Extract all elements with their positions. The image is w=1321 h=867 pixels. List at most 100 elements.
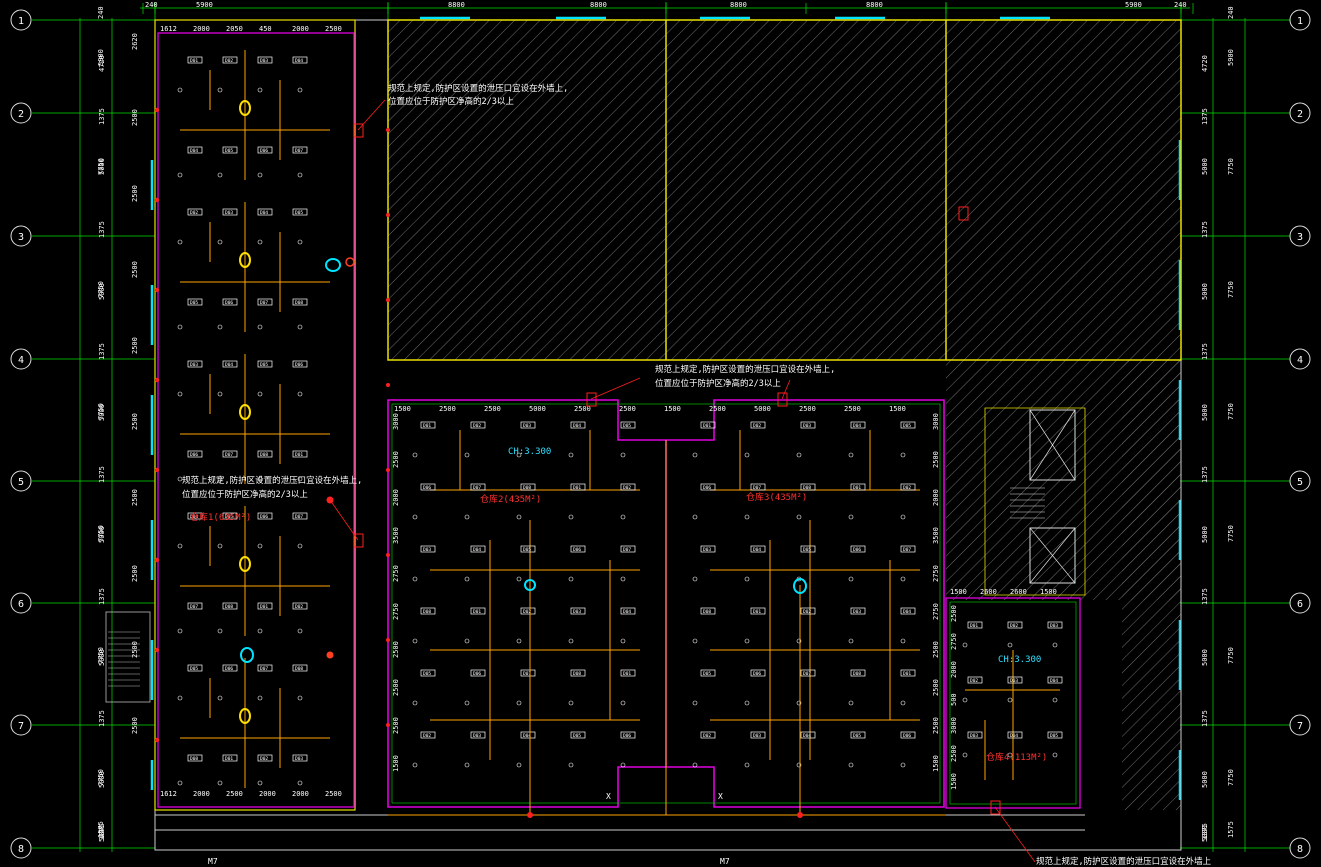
room2-3-left-dim: 2500 [392, 717, 400, 734]
detector-label: D05 [573, 733, 581, 739]
room2-3-left-dim: 2000 [392, 489, 400, 506]
room1-side-dim: 2500 [131, 413, 139, 430]
room2-3-right-dim: 2750 [932, 565, 940, 582]
room1-name: 仓库1(635M²) [190, 511, 251, 523]
detector-label: D07 [473, 485, 481, 491]
room2-3-right-dim: 2500 [932, 679, 940, 696]
detector-label: D01 [190, 58, 198, 64]
bottom-note: 规范上规定,防护区设置的泄压口宜设在外墙上 [1036, 856, 1212, 867]
left-inner-dim-label: 5000 [98, 404, 106, 421]
room2-3-right-dim: 2500 [932, 717, 940, 734]
left-inner-dim-label: 1375 [98, 710, 106, 727]
right-outer-dim-label: 7750 [1227, 158, 1235, 175]
hatched-area-right [1122, 360, 1181, 810]
axis-bubble-label-right: 6 [1297, 599, 1303, 610]
detector-label: D05 [903, 423, 911, 429]
right-inner-dim-label: 5000 [1201, 649, 1209, 666]
detector-label: D07 [260, 300, 268, 306]
room2-3-left-dim: 2750 [392, 603, 400, 620]
detector-label: D01 [970, 623, 978, 629]
detector-label: D08 [423, 609, 431, 615]
room2-3-left-dim: 2500 [392, 451, 400, 468]
detector-label: D02 [903, 485, 911, 491]
detector-label: D04 [753, 547, 761, 553]
detector-label: D03 [803, 423, 811, 429]
detector-label: D02 [473, 423, 481, 429]
room2-3-top-dim: 2500 [439, 405, 456, 413]
right-inner-dim-label: 5000 [1201, 283, 1209, 300]
room2-3-left-dim: 1500 [392, 755, 400, 772]
detector-label: D03 [473, 733, 481, 739]
detector-label: D01 [573, 485, 581, 491]
detector-label: D03 [260, 58, 268, 64]
detector-label: D03 [523, 423, 531, 429]
axis-bubble-label-right: 1 [1297, 16, 1303, 27]
detector-label: D05 [853, 733, 861, 739]
left-inner-dim-label: 5000 [98, 158, 106, 175]
valve-node [326, 496, 334, 504]
room4-side-dim: 500 [950, 693, 958, 706]
wall-nozzle [386, 213, 390, 217]
cad-drawing: 1 1 2 2 3 3 4 4 5 5 6 6 7 7 8 8 240 5900 8800 8800 8800 8800… [0, 0, 1321, 867]
axis-bubble-label-left: 8 [18, 844, 24, 855]
axis-bubble-label-right: 5 [1297, 477, 1303, 488]
wall-nozzle [386, 468, 390, 472]
mid-note-line1: 规范上规定,防护区设置的泄压口宜设在外墙上, [655, 364, 835, 375]
room2-3-left-dim: 3500 [392, 527, 400, 544]
room1-bottom-dim: 2000 [193, 790, 210, 798]
room1-bottom-dim: 2500 [325, 790, 342, 798]
detector-label: D03 [423, 547, 431, 553]
detector-label: D01 [623, 671, 631, 677]
detector-label: D08 [260, 452, 268, 458]
detector-label: D08 [295, 666, 303, 672]
detector-label: D08 [295, 300, 303, 306]
detector-label: D08 [803, 485, 811, 491]
left-outer-dim-label: 240 [97, 6, 105, 19]
detector-label: D04 [1050, 678, 1058, 684]
room4-side-dim: 1500 [950, 773, 958, 790]
room2-3-top-dim: 2500 [484, 405, 501, 413]
right-outer-dim-label: 7750 [1227, 647, 1235, 664]
detector-label: D06 [190, 452, 198, 458]
detector-label: D03 [573, 609, 581, 615]
axis-bubble-label-left: 6 [18, 599, 24, 610]
detector-label: D06 [423, 485, 431, 491]
right-inner-dim-label: 4720 [1201, 55, 1209, 72]
wall-nozzle [386, 723, 390, 727]
wall-nozzle [154, 467, 160, 473]
detector-label: D06 [260, 514, 268, 520]
room1-side-dim: 2620 [131, 33, 139, 50]
room4-side-dim: 2000 [950, 661, 958, 678]
detector-label: D01 [423, 423, 431, 429]
right-inner-dim-label: 5000 [1201, 771, 1209, 788]
detector-label: D03 [1050, 623, 1058, 629]
wall-nozzle [386, 553, 390, 557]
room2-3-top-dim: 2500 [619, 405, 636, 413]
detector-label: D07 [903, 547, 911, 553]
room1-top-dim: 2000 [292, 25, 309, 33]
room1-bottom-dim: 1612 [160, 790, 177, 798]
detector-label: D01 [473, 609, 481, 615]
wall-nozzle [386, 298, 390, 302]
wall-nozzle [154, 107, 160, 113]
right-inner-dim-label: 1375 [1201, 343, 1209, 360]
hatched-area-top [388, 20, 1181, 360]
room1-side-dim: 2500 [131, 565, 139, 582]
detector-label: D02 [753, 423, 761, 429]
left-inner-dim-label: 1375 [98, 343, 106, 360]
right-inner-dim-label: 5000 [1201, 526, 1209, 543]
room2-3-left-dim: 2500 [392, 679, 400, 696]
right-outer-dim-label: 7750 [1227, 403, 1235, 420]
room2-3-top-dim: 2500 [844, 405, 861, 413]
detector-label: D08 [573, 671, 581, 677]
detector-label: D02 [190, 210, 198, 216]
room2-3-left-dim: 2750 [392, 565, 400, 582]
room2-3-right-dim: 1500 [932, 755, 940, 772]
detector-label: D05 [1050, 733, 1058, 739]
room4-top-dim: 2600 [980, 588, 997, 596]
room2-3-right-dim: 2500 [932, 451, 940, 468]
detector-label: D01 [903, 671, 911, 677]
right-inner-dim-label: 5000 [1201, 825, 1209, 842]
axis-bubble-label-right: 8 [1297, 844, 1303, 855]
detector-label: D05 [190, 300, 198, 306]
